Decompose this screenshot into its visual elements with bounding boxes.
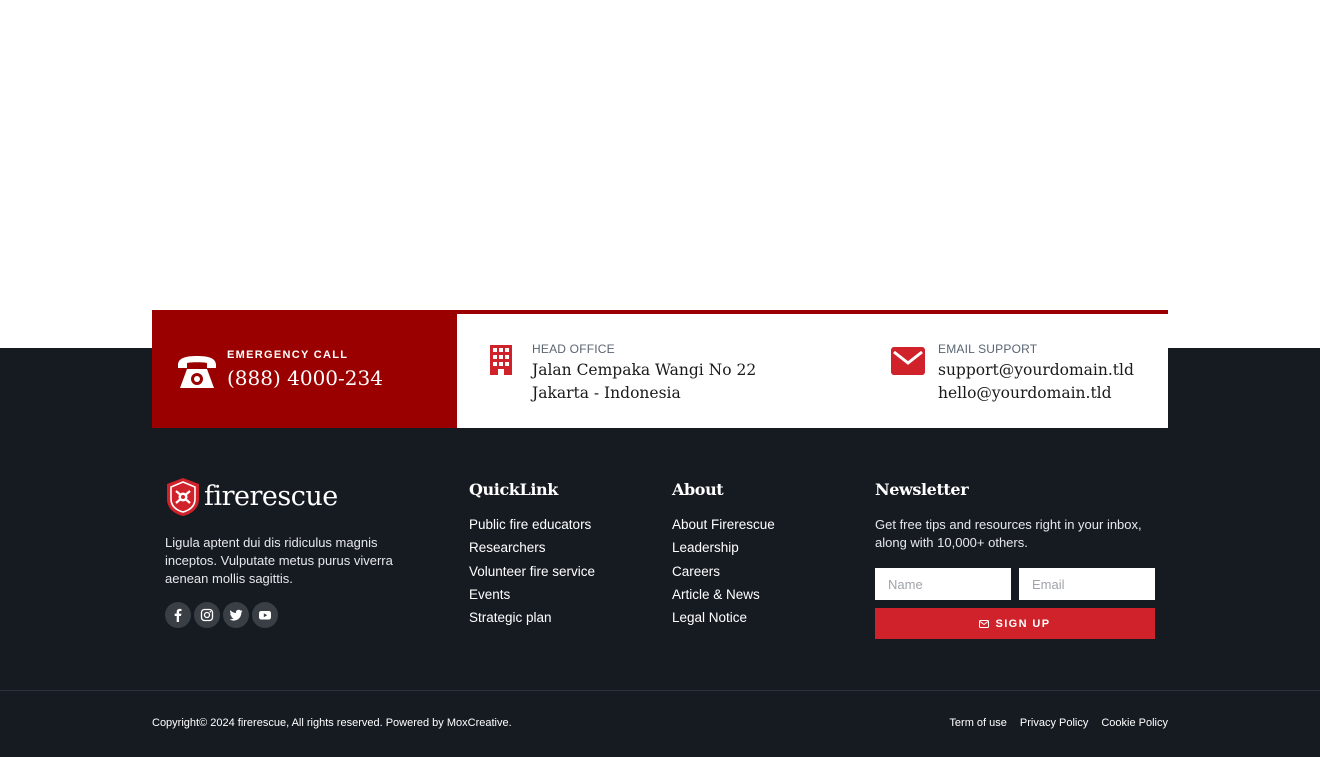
phone-icon (178, 356, 216, 388)
quicklink-item[interactable]: Volunteer fire service (469, 562, 595, 585)
privacy-policy-link[interactable]: Privacy Policy (1020, 717, 1088, 729)
footer-divider (0, 690, 1320, 691)
newsletter-description: Get free tips and resources right in you… (875, 517, 1142, 550)
youtube-icon (259, 611, 271, 620)
about-title: About (672, 480, 724, 499)
youtube-link[interactable] (252, 602, 278, 628)
email-support-label: EMAIL SUPPORT (938, 342, 1038, 356)
quicklink-item[interactable]: Public fire educators (469, 515, 595, 538)
cookie-policy-link[interactable]: Cookie Policy (1101, 717, 1168, 729)
brand-description: Ligula aptent dui dis ridiculus magnis i… (165, 535, 393, 586)
copyright-text: Copyright© 2024 firerescue, All rights r… (152, 717, 512, 729)
hello-email-link[interactable]: hello@yourdomain.tld (938, 384, 1112, 402)
about-item[interactable]: Legal Notice (672, 608, 775, 631)
instagram-icon (200, 608, 214, 622)
support-email-link[interactable]: support@yourdomain.tld (938, 361, 1134, 379)
quicklink-list: Public fire educators Researchers Volunt… (469, 515, 595, 631)
twitter-icon (229, 609, 243, 621)
about-item[interactable]: Leadership (672, 538, 775, 561)
newsletter-name-input[interactable] (875, 568, 1011, 600)
quicklink-item[interactable]: Researchers (469, 538, 595, 561)
about-list: About Firerescue Leadership Careers Arti… (672, 515, 775, 631)
instagram-link[interactable] (194, 602, 220, 628)
about-item[interactable]: Careers (672, 562, 775, 585)
terms-of-use-link[interactable]: Term of use (949, 717, 1006, 729)
firerescue-logo-icon[interactable] (165, 477, 201, 517)
office-address-line-2: Jakarta - Indonesia (532, 384, 681, 402)
envelope-icon (891, 347, 925, 375)
about-item[interactable]: About Firerescue (672, 515, 775, 538)
twitter-link[interactable] (223, 602, 249, 628)
office-address-line-1: Jalan Cempaka Wangi No 22 (532, 361, 757, 379)
newsletter-email-input[interactable] (1019, 568, 1155, 600)
contact-strip: EMERGENCY CALL (888) 4000-234 HEAD OFFIC… (152, 310, 1168, 428)
facebook-link[interactable] (165, 602, 191, 628)
envelope-icon (979, 619, 990, 628)
quicklink-item[interactable]: Events (469, 585, 595, 608)
legal-links: Term of use Privacy Policy Cookie Policy (949, 717, 1168, 729)
quicklink-item[interactable]: Strategic plan (469, 608, 595, 631)
facebook-icon (174, 608, 182, 622)
emergency-call-box: EMERGENCY CALL (888) 4000-234 (152, 310, 457, 428)
brand-name[interactable]: firerescue (204, 481, 338, 512)
emergency-phone-number[interactable]: (888) 4000-234 (227, 366, 383, 390)
building-icon (490, 345, 512, 375)
newsletter-title: Newsletter (875, 480, 969, 499)
social-links (165, 602, 278, 628)
sign-up-label: SIGN UP (995, 617, 1051, 630)
sign-up-button[interactable]: SIGN UP (875, 608, 1155, 639)
head-office-label: HEAD OFFICE (532, 342, 615, 356)
about-item[interactable]: Article & News (672, 585, 775, 608)
quicklink-title: QuickLink (469, 480, 558, 499)
emergency-call-label: EMERGENCY CALL (227, 349, 349, 361)
